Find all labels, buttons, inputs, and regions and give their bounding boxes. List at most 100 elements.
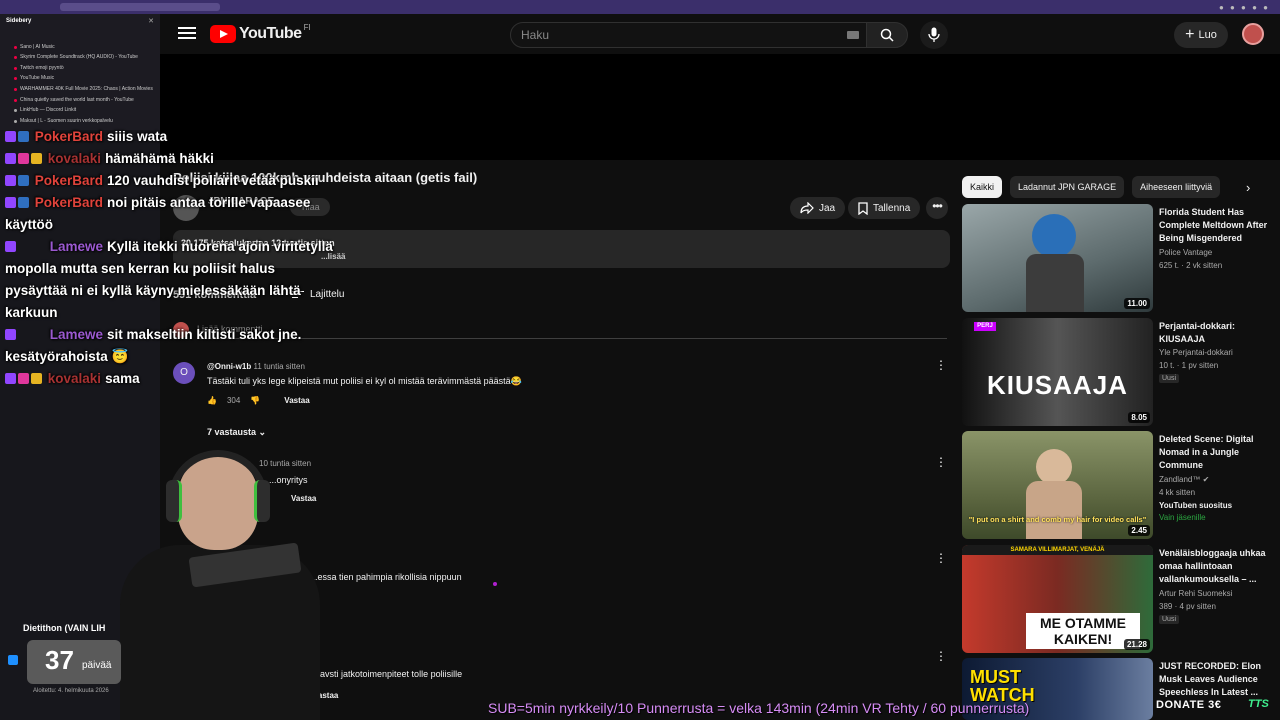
prime-badge-icon bbox=[18, 175, 29, 186]
chat-username[interactable]: Lamewe bbox=[50, 327, 103, 342]
day-unit: päivää bbox=[82, 660, 112, 671]
comment-menu-icon[interactable]: ⋮ bbox=[935, 456, 947, 468]
thumbnail-text: ME OTAMME KAIKEN! bbox=[1026, 613, 1140, 649]
recommendation-reason: YouTuben suositus bbox=[1159, 501, 1233, 510]
tab-favicon bbox=[14, 46, 17, 49]
chat-message: kovalaki hämähämä häkki bbox=[5, 148, 335, 170]
stream-chat: PokerBard siiis wata kovalaki hämähämä häk… bbox=[5, 126, 335, 390]
tab-favicon bbox=[14, 120, 17, 123]
search-input[interactable] bbox=[511, 23, 811, 47]
recommendation-item[interactable]: PERJ KIUSAAJA 8.05 Perjantai-dokkari: KI… bbox=[962, 318, 1272, 426]
sidebery-tab[interactable]: Twitch emoji pyyntö bbox=[20, 65, 64, 71]
thumbnail-figure bbox=[1032, 214, 1076, 258]
chat-username[interactable]: PokerBard bbox=[35, 129, 103, 144]
save-button[interactable]: Tallenna bbox=[848, 197, 921, 219]
menu-icon[interactable] bbox=[178, 24, 196, 42]
video-duration: 11.00 bbox=[1124, 298, 1150, 309]
yle-logo: PERJ bbox=[974, 322, 996, 331]
headset-earcup bbox=[166, 480, 182, 522]
sidebery-tab[interactable]: WARHAMMER 40K Full Movie 2025: Chaos | A… bbox=[20, 86, 153, 92]
chat-message: Lamewe sit makseltiin kiltisti sakot jne.… bbox=[5, 324, 335, 368]
recommendation-item[interactable]: "I put on a shirt and comb my hair for v… bbox=[962, 431, 1272, 539]
recommendation-item[interactable]: 11.00 Florida Student Has Complete Meltd… bbox=[962, 204, 1272, 312]
sidebery-tab[interactable]: Maksut | L - Suomen suurin verkkopalvelu bbox=[20, 118, 113, 124]
account-avatar[interactable] bbox=[1242, 23, 1264, 45]
heart-badge-icon bbox=[18, 153, 29, 164]
sidebery-tab[interactable]: Skyrim Complete Soundtrack (HQ AUDIO) - … bbox=[20, 54, 138, 60]
keyboard-icon[interactable] bbox=[847, 31, 859, 39]
chevron-right-icon[interactable]: › bbox=[1246, 180, 1250, 195]
thumbnail-figure bbox=[1026, 481, 1082, 539]
chat-username[interactable]: kovalaki bbox=[48, 371, 101, 386]
country-code: FI bbox=[303, 22, 311, 32]
new-badge: Uusi bbox=[1159, 374, 1180, 383]
comment-menu-icon[interactable]: ⋮ bbox=[935, 359, 947, 371]
chat-username[interactable]: Lamewe bbox=[50, 239, 103, 254]
address-bar[interactable] bbox=[60, 3, 220, 11]
replies-label: 7 vastausta bbox=[207, 427, 257, 437]
thumbnail-caption: SAMARA VILLIMARJAT, VENÄJÄ bbox=[962, 545, 1153, 555]
share-icon bbox=[800, 202, 814, 214]
reply-button[interactable]: Vastaa bbox=[284, 396, 309, 405]
channel-name: Zandland™ bbox=[1159, 475, 1201, 484]
dislike-icon[interactable]: 👎 bbox=[250, 396, 260, 405]
comment-actions: 👍 304 👎 Vastaa bbox=[207, 396, 310, 405]
day-counter: 37 päivää bbox=[27, 640, 121, 684]
chat-username[interactable]: PokerBard bbox=[35, 173, 103, 188]
chat-message: PokerBard siiis wata bbox=[5, 126, 335, 148]
video-title: Deleted Scene: Digital Nomad in a Jungle… bbox=[1159, 434, 1254, 470]
new-badge: Uusi bbox=[1159, 615, 1180, 624]
video-meta: 4 kk sitten bbox=[1159, 488, 1196, 497]
thumbnail-text: "I put on a shirt and comb my hair for v… bbox=[968, 515, 1147, 524]
video-title: JUST RECORDED: Elon Musk Leaves Audience… bbox=[1159, 661, 1262, 697]
video-title: Florida Student Has Complete Meltdown Af… bbox=[1159, 207, 1268, 243]
info-icon bbox=[8, 655, 18, 665]
bookmark-icon bbox=[858, 201, 868, 215]
comment-menu-icon[interactable]: ⋮ bbox=[935, 650, 947, 662]
video-duration: 21.28 bbox=[1123, 639, 1150, 650]
sub-badge-icon bbox=[5, 175, 16, 186]
like-icon[interactable]: 👍 bbox=[207, 396, 217, 405]
voice-search-button[interactable] bbox=[920, 21, 948, 49]
sidebery-tab[interactable]: YouTube Music bbox=[20, 75, 54, 81]
video-thumbnail[interactable]: SAMARA VILLIMARJAT, VENÄJÄ ME OTAMME KAI… bbox=[962, 545, 1153, 653]
sub-badge-icon bbox=[5, 329, 16, 340]
search-box bbox=[510, 22, 870, 48]
sidebery-tab[interactable]: LinkHub — Discord Linkit bbox=[20, 107, 76, 113]
chat-username[interactable]: kovalaki bbox=[48, 151, 101, 166]
chevron-down-icon: ⌄ bbox=[258, 427, 267, 437]
microphone-icon bbox=[928, 27, 940, 42]
sidebery-tab[interactable]: Sano | AI Music bbox=[20, 44, 55, 50]
share-button[interactable]: Jaa bbox=[790, 197, 846, 219]
video-thumbnail[interactable]: 11.00 bbox=[962, 204, 1153, 312]
tab-favicon bbox=[14, 77, 17, 80]
replies-toggle[interactable]: 7 vastausta ⌄ bbox=[207, 427, 266, 438]
more-actions-icon[interactable]: ••• bbox=[926, 197, 948, 219]
sidebery-tab[interactable]: China quietly saved the world last month… bbox=[20, 97, 134, 103]
prime-badge-icon bbox=[18, 197, 29, 208]
video-meta: 10 t. · 1 pv sitten bbox=[1159, 361, 1219, 370]
create-button[interactable]: + Luo bbox=[1174, 22, 1228, 48]
tab-favicon bbox=[14, 56, 17, 59]
close-icon[interactable]: ✕ bbox=[148, 17, 154, 25]
gift-badge-icon bbox=[31, 153, 42, 164]
chat-username[interactable]: PokerBard bbox=[35, 195, 103, 210]
recommendation-item[interactable]: SAMARA VILLIMARJAT, VENÄJÄ ME OTAMME KAI… bbox=[962, 545, 1272, 653]
cursor-dot bbox=[493, 582, 497, 586]
sidebery-title: Sidebery bbox=[6, 18, 32, 24]
video-thumbnail[interactable]: "I put on a shirt and comb my hair for v… bbox=[962, 431, 1153, 539]
thumbnail-figure bbox=[1036, 449, 1072, 485]
chip-from-channel[interactable]: Ladannut JPN GARAGE bbox=[1010, 176, 1125, 198]
subathon-ticker: SUB=5min nyrkkeily/10 Punnerrusta = velk… bbox=[488, 700, 1030, 716]
chip-all[interactable]: Kaikki bbox=[962, 176, 1003, 198]
donate-label: DONATE 3€ bbox=[1156, 699, 1222, 711]
browser-extension-icons[interactable]: ● ● ● ● ● bbox=[1219, 3, 1270, 12]
youtube-logo[interactable]: YouTube FI bbox=[210, 22, 311, 44]
logo-text: YouTube bbox=[239, 25, 302, 42]
search-icon bbox=[880, 28, 894, 42]
search-button[interactable] bbox=[866, 22, 908, 48]
streamer-webcam bbox=[120, 450, 330, 720]
chip-related[interactable]: Aiheeseen liittyviä bbox=[1132, 176, 1221, 198]
video-thumbnail[interactable]: PERJ KIUSAAJA 8.05 bbox=[962, 318, 1153, 426]
comment-menu-icon[interactable]: ⋮ bbox=[935, 552, 947, 564]
